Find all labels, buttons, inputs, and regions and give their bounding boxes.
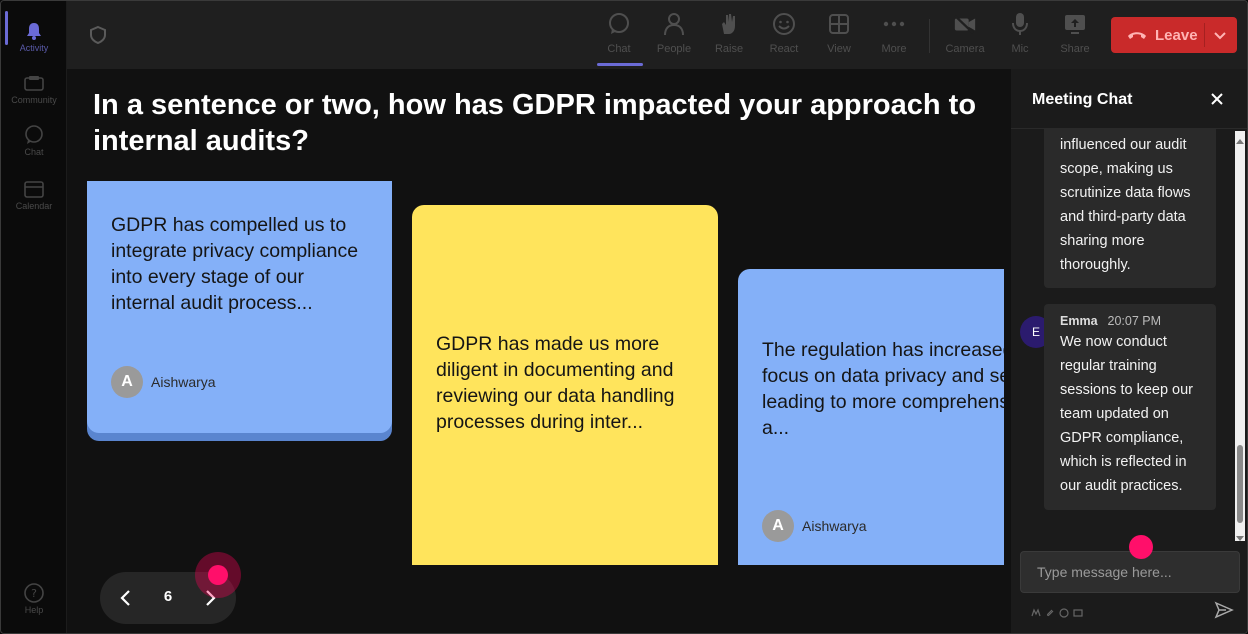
toolbar-camera-button[interactable]: Camera — [940, 11, 990, 61]
toolbar-share-button[interactable]: Share — [1050, 11, 1100, 61]
people-icon — [662, 11, 686, 37]
rail-item-help[interactable]: ? Help — [1, 577, 67, 621]
question-title: In a sentence or two, how has GDPR impac… — [93, 89, 977, 157]
author-name: Aishwarya — [151, 374, 216, 390]
response-card[interactable]: GDPR has made us more diligent in docume… — [412, 205, 718, 565]
message-meta: Emma 20:07 PM — [1060, 312, 1206, 330]
send-icon[interactable] — [1214, 600, 1234, 620]
card-author: A Aishwarya — [111, 366, 216, 398]
shield-icon[interactable] — [88, 25, 108, 45]
toolbar-label: Mic — [1011, 43, 1029, 55]
chat-scrollbar[interactable] — [1235, 131, 1245, 541]
meeting-chat-panel: Meeting Chat influenced our audit scope,… — [1011, 69, 1247, 633]
hang-up-icon — [1127, 28, 1147, 42]
stage-edge — [1004, 69, 1011, 633]
chat-icon — [607, 11, 631, 37]
author-name: Aishwarya — [802, 518, 867, 534]
rail-item-activity[interactable]: Activity — [1, 15, 67, 59]
response-text: The regulation has increased our focus o… — [762, 339, 1011, 439]
meeting-window: Activity Community Chat Calendar ? Help — [0, 0, 1248, 634]
gif-icon[interactable] — [1031, 605, 1041, 617]
chat-bubble-icon — [24, 125, 44, 145]
card-author: A Aishwarya — [762, 510, 867, 542]
close-icon[interactable] — [1209, 91, 1225, 107]
grid-view-icon — [827, 11, 851, 37]
active-tab-indicator — [597, 63, 643, 66]
toolbar-label: Share — [1060, 43, 1090, 55]
chevron-down-icon[interactable] — [1213, 28, 1227, 42]
toolbar-view-button[interactable]: View — [814, 11, 864, 61]
response-card[interactable]: GDPR has compelled us to integrate priva… — [87, 181, 392, 433]
toolbar-label: Raise — [714, 43, 744, 55]
toolbar-label: View — [827, 43, 851, 55]
presentation-stage: In a sentence or two, how has GDPR impac… — [67, 69, 1011, 633]
camera-off-icon — [953, 11, 977, 37]
toolbar-raise-button[interactable]: Raise — [704, 11, 754, 61]
scrollbar-thumb[interactable] — [1237, 445, 1243, 523]
chat-message: Emma 20:07 PM We now conduct regular trai… — [1044, 304, 1216, 510]
toolbar-people-button[interactable]: People — [649, 11, 699, 61]
rail-label: Chat — [24, 147, 44, 157]
toolbar-label: React — [769, 43, 799, 55]
message-author: Emma — [1060, 314, 1098, 328]
help-icon: ? — [24, 583, 44, 603]
leave-button[interactable]: Leave — [1111, 17, 1237, 53]
rail-label: Calendar — [15, 201, 53, 211]
cursor-dot — [208, 565, 228, 585]
format-icon[interactable] — [1073, 605, 1083, 617]
leave-label: Leave — [1155, 26, 1198, 44]
avatar: A — [111, 366, 143, 398]
rail-item-community[interactable]: Community — [1, 67, 67, 111]
message-text: influenced our audit scope, making us sc… — [1060, 137, 1191, 273]
leave-divider — [1204, 23, 1205, 47]
raise-hand-icon — [717, 11, 741, 37]
toolbar-label: More — [881, 43, 907, 55]
response-text: GDPR has compelled us to integrate priva… — [111, 214, 359, 314]
scroll-up-arrow-icon[interactable] — [1236, 133, 1244, 144]
toolbar-mic-button[interactable]: Mic — [995, 11, 1045, 61]
page-number: 6 — [163, 588, 173, 605]
emoji-icon[interactable] — [1059, 605, 1069, 618]
avatar: A — [762, 510, 794, 542]
rail-item-chat[interactable]: Chat — [1, 119, 67, 163]
toolbar-more-button[interactable]: More — [869, 11, 919, 61]
chat-title: Meeting Chat — [1032, 91, 1133, 108]
attach-icon[interactable] — [1045, 605, 1055, 617]
left-rail: Activity Community Chat Calendar ? Help — [1, 1, 67, 633]
svg-text:?: ? — [31, 587, 37, 600]
toolbar-react-button[interactable]: React — [759, 11, 809, 61]
response-card[interactable]: The regulation has increased our focus o… — [738, 269, 1011, 565]
mic-icon — [1008, 11, 1032, 37]
scroll-down-arrow-icon[interactable] — [1236, 529, 1244, 541]
emoji-icon — [772, 11, 796, 37]
response-text: GDPR has made us more diligent in docume… — [436, 333, 675, 433]
toolbar-divider — [929, 19, 930, 53]
rail-item-calendar[interactable]: Calendar — [1, 173, 67, 217]
message-time: 20:07 PM — [1107, 314, 1162, 328]
message-text: We now conduct regular training sessions… — [1060, 334, 1193, 494]
chat-message: influenced our audit scope, making us sc… — [1044, 129, 1216, 288]
chat-message-input[interactable]: Type message here... — [1020, 551, 1240, 593]
toolbar-chat-button[interactable]: Chat — [594, 11, 644, 61]
share-screen-icon — [1063, 11, 1087, 37]
calendar-icon — [24, 179, 44, 199]
chevron-left-icon[interactable] — [116, 588, 136, 608]
toolbar-label: Chat — [607, 43, 631, 55]
toolbar-label: Camera — [945, 43, 985, 55]
formatting-toolbar — [1031, 605, 1083, 618]
cursor-dot — [1129, 535, 1153, 559]
more-dots-icon — [882, 11, 906, 37]
toolbar-label: People — [656, 43, 692, 55]
rail-label: Help — [24, 605, 44, 615]
bell-icon — [24, 21, 44, 41]
rail-label: Activity — [19, 43, 49, 53]
community-icon — [24, 73, 44, 93]
rail-label: Community — [11, 95, 57, 105]
meeting-toolbar: Chat People Raise React View More Camera… — [67, 1, 1247, 69]
